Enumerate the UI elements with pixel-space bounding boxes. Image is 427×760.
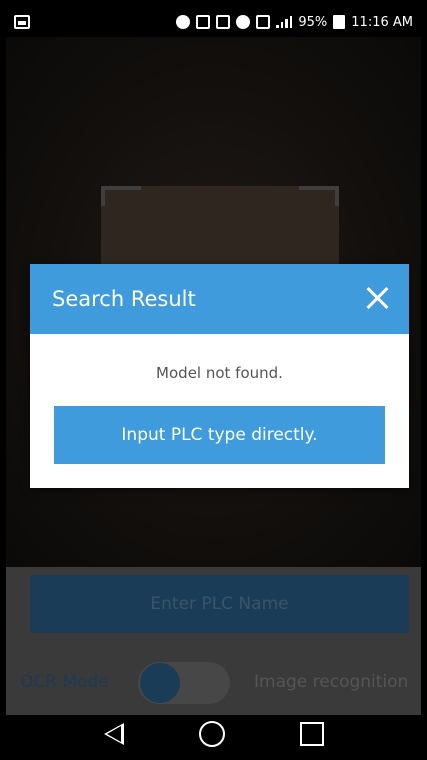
dialog-header: Search Result xyxy=(30,264,409,334)
home-icon[interactable] xyxy=(198,720,225,747)
navigation-bar xyxy=(6,715,421,752)
dialog-message: Model not found. xyxy=(156,364,283,382)
mode-toggle[interactable] xyxy=(138,662,230,704)
ocr-mode-label: OCR Mode xyxy=(20,672,109,692)
vibrate-icon xyxy=(216,15,231,29)
data-icon xyxy=(256,15,271,29)
status-time: 11:16 AM xyxy=(351,14,413,30)
image-recognition-label: Image recognition xyxy=(254,672,409,692)
dialog-title: Search Result xyxy=(52,287,196,311)
close-icon[interactable] xyxy=(359,281,395,317)
back-icon[interactable] xyxy=(103,722,124,745)
wifi-icon xyxy=(236,15,251,29)
nfc-icon xyxy=(196,15,211,29)
controls-panel: Enter PLC Name OCR Mode Image recognitio… xyxy=(6,567,421,715)
signal-icon xyxy=(276,16,293,28)
toggle-knob xyxy=(140,663,180,703)
gallery-icon xyxy=(14,15,30,29)
battery-percent: 95% xyxy=(298,14,328,30)
bluetooth-icon xyxy=(176,15,191,29)
input-plc-type-button[interactable]: Input PLC type directly. xyxy=(54,406,385,464)
mode-row: OCR Mode Image recognition xyxy=(6,657,421,707)
status-bar: 95% 11:16 AM xyxy=(6,7,421,37)
enter-plc-name-button[interactable]: Enter PLC Name xyxy=(30,575,409,633)
recent-apps-icon[interactable] xyxy=(299,721,324,746)
search-result-dialog: Search Result Model not found. Input PLC… xyxy=(30,264,409,488)
battery-icon xyxy=(333,15,346,29)
app-screen: 95% 11:16 AM Enter PLC Name OCR Mode Ima… xyxy=(6,7,421,752)
